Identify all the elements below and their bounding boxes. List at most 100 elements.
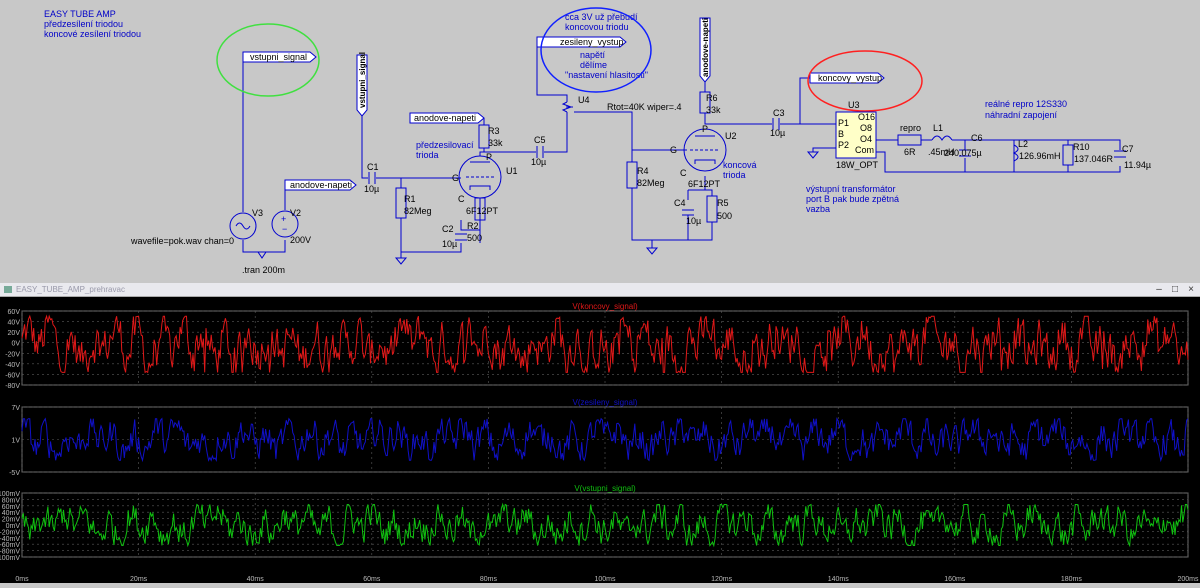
y-tick-label: 40V xyxy=(8,320,21,327)
svg-text:P: P xyxy=(702,124,708,134)
waveform-titlebar[interactable]: EASY_TUBE_AMP_prehravac – □ × xyxy=(0,283,1200,297)
source-params: wavefile=pok.wav chan=0 xyxy=(130,236,234,246)
net-label-vstupni-signal-vertical[interactable]: vstupni_signal xyxy=(356,52,368,117)
maximize-icon[interactable]: □ xyxy=(1168,283,1182,296)
waveform-window-title: EASY_TUBE_AMP_prehravac xyxy=(16,285,125,294)
minimize-icon[interactable]: – xyxy=(1152,283,1166,296)
net-label-zesileny-vystup[interactable]: zesileny_vystup xyxy=(536,36,627,48)
svg-text:R1: R1 xyxy=(404,194,416,204)
svg-text:10µ: 10µ xyxy=(531,157,546,167)
svg-text:repro: repro xyxy=(900,123,921,133)
resistor-r2[interactable]: R2 500 xyxy=(467,197,486,243)
x-tick-label: 60ms xyxy=(363,576,381,583)
title-line-2: předzesílení triodou xyxy=(44,19,123,29)
resistor-r1[interactable]: R1 82Meg xyxy=(395,187,432,219)
svg-text:vstupni_signal: vstupni_signal xyxy=(358,52,367,108)
capacitor-c4[interactable]: C4 10µ xyxy=(674,198,701,240)
x-tick-label: 140ms xyxy=(828,576,850,583)
svg-text:C1: C1 xyxy=(367,162,379,172)
capacitor-c2[interactable]: C2 10µ xyxy=(442,224,467,249)
x-tick-label: 180ms xyxy=(1061,576,1083,583)
net-label-anodove-napeti-2[interactable]: anodove-napeti xyxy=(409,112,485,124)
svg-text:P2: P2 xyxy=(838,140,849,150)
svg-text:V3: V3 xyxy=(252,208,263,218)
svg-text:Rtot=40K wiper=.4: Rtot=40K wiper=.4 xyxy=(607,102,682,112)
resistor-r3[interactable]: R3 33k xyxy=(478,124,503,149)
x-tick-label: 80ms xyxy=(480,576,498,583)
x-tick-label: 100ms xyxy=(594,576,616,583)
svg-text:6R: 6R xyxy=(904,147,916,157)
y-tick-label: 20V xyxy=(8,330,21,337)
net-label-anodove-napeti-3[interactable]: anodove-napeti xyxy=(699,17,711,83)
source-v3[interactable]: V3 xyxy=(229,208,263,240)
volume-note: napětí xyxy=(580,50,606,60)
svg-text:L1: L1 xyxy=(933,123,943,133)
svg-text:82Meg: 82Meg xyxy=(637,178,665,188)
svg-text:240.075µ: 240.075µ xyxy=(944,148,982,158)
svg-text:200V: 200V xyxy=(290,235,311,245)
svg-text:C7: C7 xyxy=(1122,144,1134,154)
svg-text:18W_OPT: 18W_OPT xyxy=(836,160,879,170)
schematic-editor[interactable]: EASY TUBE AMP předzesílení triodou konco… xyxy=(0,0,1200,276)
svg-text:C5: C5 xyxy=(534,135,546,145)
y-tick-label: 7V xyxy=(11,405,20,412)
x-tick-label: 0ms xyxy=(15,576,29,583)
svg-text:10µ: 10µ xyxy=(686,216,701,226)
resistor-repro[interactable]: repro 6R xyxy=(897,123,922,157)
final-triode-label: koncová xyxy=(723,160,757,170)
trace-title[interactable]: V(vstupni_signal) xyxy=(574,484,636,493)
y-tick-label: -80V xyxy=(5,383,20,390)
u4-note: cca 3V už přebudí xyxy=(565,12,638,22)
capacitor-c3[interactable]: C3 10µ xyxy=(770,108,785,138)
svg-text:C6: C6 xyxy=(971,133,983,143)
y-tick-label: 60V xyxy=(8,309,21,316)
net-label-vstupni-signal[interactable]: vstupni_signal xyxy=(242,51,317,63)
svg-text:+: + xyxy=(281,214,286,224)
trace-title[interactable]: V(koncovy_signal) xyxy=(572,302,638,311)
resistor-r10[interactable]: R10 137.046R xyxy=(1062,142,1114,166)
svg-text:V2: V2 xyxy=(290,208,301,218)
close-icon[interactable]: × xyxy=(1184,283,1198,296)
svg-text:11.94µ: 11.94µ xyxy=(1124,160,1151,170)
svg-text:6F12PT: 6F12PT xyxy=(688,179,721,189)
svg-text:C: C xyxy=(680,168,687,178)
net-label-koncovy-vystup[interactable]: koncovy_vystup xyxy=(809,72,885,84)
ground-icon xyxy=(257,251,267,259)
svg-text:R10: R10 xyxy=(1073,142,1090,152)
y-tick-label: -5V xyxy=(9,470,20,477)
x-tick-label: 40ms xyxy=(247,576,265,583)
waveform-plot-area[interactable]: 60V 40V 20V 0V -20V -40V -60V -80V V(koncovy_sig… xyxy=(0,297,1200,583)
ground-icon xyxy=(394,257,408,265)
svg-text:33k: 33k xyxy=(706,105,721,115)
svg-text:anodove-napeti: anodove-napeti xyxy=(701,18,710,77)
resistor-r6[interactable]: R6 33k xyxy=(699,91,721,115)
svg-text:Com: Com xyxy=(855,145,874,155)
capacitor-c5[interactable]: C5 10µ xyxy=(531,135,546,167)
source-v2[interactable]: + − V2 200V xyxy=(271,208,311,245)
svg-text:−: − xyxy=(282,224,287,234)
svg-text:P1: P1 xyxy=(838,118,849,128)
svg-text:O8: O8 xyxy=(860,123,872,133)
x-tick-label: 200ms xyxy=(1177,576,1199,583)
svg-text:L2: L2 xyxy=(1018,139,1028,149)
svg-text:33k: 33k xyxy=(488,138,503,148)
u4-note-2: koncovou triodu xyxy=(565,22,629,32)
tran-directive: .tran 200m xyxy=(242,265,285,275)
trace-title[interactable]: V(zesileny_signal) xyxy=(573,398,638,407)
svg-text:R2: R2 xyxy=(467,221,479,231)
potentiometer-u4[interactable]: U4 Rtot=40K wiper=.4 xyxy=(561,95,682,113)
resistor-r4[interactable]: R4 82Meg xyxy=(626,161,665,189)
inductor-l2[interactable]: L2 126.96mH xyxy=(1012,139,1061,162)
svg-text:10µ: 10µ xyxy=(364,184,379,194)
waveform-viewer-window[interactable]: EASY_TUBE_AMP_prehravac – □ × 60V 40V 20V 0… xyxy=(0,283,1200,583)
net-label-anodove-napeti-1[interactable]: anodove-napeti xyxy=(284,179,357,191)
resistor-r5[interactable]: R5 500 xyxy=(706,195,732,223)
svg-text:C: C xyxy=(458,194,465,204)
svg-text:vstupni_signal: vstupni_signal xyxy=(250,52,307,62)
svg-text:6F12PT: 6F12PT xyxy=(466,206,499,216)
svg-text:G: G xyxy=(670,145,677,155)
y-tick-label: -40V xyxy=(5,362,20,369)
preamp-label: předzesilovací xyxy=(416,140,474,150)
y-tick-label: 0V xyxy=(11,341,20,348)
triode-u1[interactable]: P G C U1 6F12PT xyxy=(452,152,518,216)
